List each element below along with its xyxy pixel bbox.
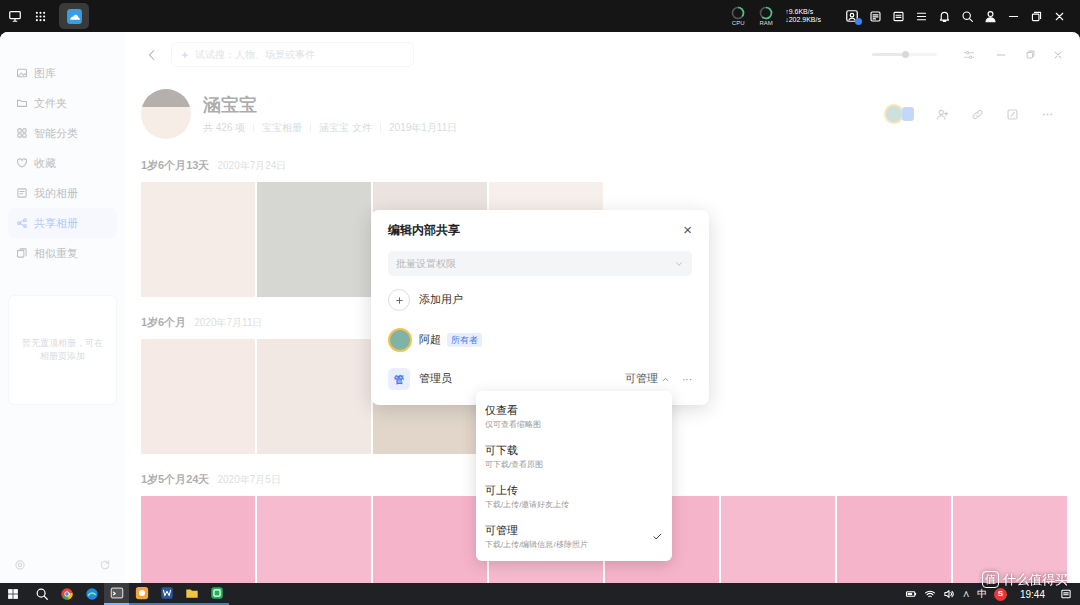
close-button[interactable]: ×	[683, 222, 692, 238]
dialog-header: 编辑内部共享 ×	[388, 222, 692, 238]
member-name: 管理员	[419, 371, 452, 387]
permission-label: 可管理	[625, 371, 658, 387]
taskbar-app[interactable]	[104, 583, 129, 605]
clock[interactable]: 19:44	[1020, 587, 1045, 602]
chevron-icon	[661, 375, 670, 384]
ram-label: RAM	[760, 20, 773, 27]
taskbar-app[interactable]	[29, 583, 54, 605]
active-app[interactable]	[59, 3, 89, 29]
volume-icon[interactable]	[943, 588, 955, 600]
permission-option[interactable]: 仅查看仅可查看缩略图	[476, 396, 672, 436]
wechat-icon	[135, 586, 149, 600]
search-app-icon	[35, 587, 49, 601]
taskbar: ∧ 中S 19:44	[0, 583, 1080, 605]
network-speed: ↑9.6KB/s↓202.9KB/s	[785, 8, 821, 24]
option-label: 仅查看	[485, 403, 541, 417]
monitor-icon[interactable]	[8, 9, 22, 23]
option-text: 可上传下载/上传/邀请好友上传	[485, 483, 569, 510]
group-icon: 管	[388, 368, 410, 390]
ram-meter	[759, 6, 773, 20]
taskbar-app[interactable]	[204, 583, 229, 605]
taskbar-app[interactable]	[129, 583, 154, 605]
watermark-text: 什么值得买	[1003, 570, 1068, 590]
member-row: 管管理员 可管理 ···	[388, 367, 692, 391]
add-user-button[interactable]: 添加用户	[388, 288, 692, 312]
account-badge	[855, 18, 862, 25]
permission-option[interactable]: 可管理下载/上传/编辑信息/移除照片	[476, 516, 672, 556]
member-name: 阿超	[419, 332, 441, 348]
cpu-gauge: CPU	[729, 6, 747, 27]
bell-icon[interactable]	[938, 10, 951, 23]
cloud-account[interactable]	[845, 9, 859, 23]
taskbar-app[interactable]	[154, 583, 179, 605]
apps-grid-icon[interactable]	[34, 10, 47, 23]
watermark-logo: 值	[982, 571, 999, 588]
option-description: 可下载/查看原图	[485, 459, 543, 470]
cpu-label: CPU	[732, 20, 745, 27]
permission-option[interactable]: 可下载可下载/查看原图	[476, 436, 672, 476]
wifi-icon[interactable]	[924, 588, 936, 600]
explorer-icon	[185, 586, 199, 600]
green-app-icon	[210, 586, 224, 600]
option-label: 可下载	[485, 443, 543, 457]
taskbar-app[interactable]	[54, 583, 79, 605]
option-description: 仅可查看缩略图	[485, 419, 541, 430]
watermark: 值 什么值得买	[982, 570, 1068, 590]
option-description: 下载/上传/编辑信息/移除照片	[485, 539, 588, 550]
option-description: 下载/上传/邀请好友上传	[485, 499, 569, 510]
photos-window: 图库文件夹智能分类收藏我的相册共享相册相似重复 暂无置顶相册，可在相册页添加 涵…	[0, 32, 1080, 583]
more-button[interactable]: ···	[682, 372, 692, 387]
upload-speed: ↑9.6KB/s	[785, 8, 821, 16]
photos-app-icon	[66, 8, 83, 25]
option-text: 可下载可下载/查看原图	[485, 443, 543, 470]
option-label: 可上传	[485, 483, 569, 497]
user-icon[interactable]	[984, 10, 997, 23]
owner-badge: 所有者	[447, 333, 482, 347]
tray-item[interactable]: ∧	[962, 588, 970, 600]
download-speed: ↓202.9KB/s	[785, 16, 821, 24]
tray-badge[interactable]: S	[994, 588, 1007, 601]
close-icon[interactable]	[1053, 10, 1066, 23]
notes-icon[interactable]	[892, 10, 905, 23]
cpu-meter	[731, 6, 745, 20]
share-dialog: 编辑内部共享 × 批量设置权限添加用户阿超所有者管管理员 可管理 ···	[371, 210, 709, 405]
clipboard-icon[interactable]	[869, 10, 882, 23]
search-icon[interactable]	[961, 10, 974, 23]
add-circle	[388, 289, 410, 311]
ram-gauge: RAM	[757, 6, 775, 27]
batch-permission-select[interactable]: 批量设置权限	[388, 251, 692, 276]
add-user-label: 添加用户	[419, 292, 463, 308]
permission-menu: 仅查看仅可查看缩略图可下载可下载/查看原图可上传下载/上传/邀请好友上传可管理下…	[476, 391, 672, 561]
option-text: 可管理下载/上传/编辑信息/移除照片	[485, 523, 588, 550]
system-tray: ∧ 中S 19:44	[905, 587, 1076, 602]
terminal-icon	[110, 586, 124, 600]
permission-dropdown[interactable]: 可管理	[625, 371, 670, 387]
edge-icon	[85, 587, 99, 601]
option-text: 仅查看仅可查看缩略图	[485, 403, 541, 430]
top-bar: CPU RAM ↑9.6KB/s↓202.9KB/s	[0, 0, 1080, 32]
chrome-icon	[60, 587, 74, 601]
windows-icon[interactable]	[7, 588, 19, 600]
word-icon	[160, 586, 174, 600]
check-icon	[652, 531, 663, 542]
select-placeholder: 批量设置权限	[396, 256, 456, 271]
taskbar-app[interactable]	[79, 583, 104, 605]
permission-option[interactable]: 可上传下载/上传/邀请好友上传	[476, 476, 672, 516]
minimize-icon[interactable]	[1007, 10, 1020, 23]
taskbar-app[interactable]	[179, 583, 204, 605]
member-row: 阿超所有者	[388, 328, 692, 352]
option-label: 可管理	[485, 523, 588, 537]
task-manager-icon[interactable]	[915, 10, 928, 23]
user-avatar	[388, 328, 412, 352]
tray-item[interactable]: 中	[977, 588, 987, 600]
chevron-down-icon	[674, 259, 684, 269]
notifications-icon[interactable]	[1060, 588, 1072, 600]
plus-icon	[394, 295, 405, 306]
dialog-title: 编辑内部共享	[388, 221, 460, 239]
battery-icon[interactable]	[905, 588, 917, 600]
restore-icon[interactable]	[1030, 10, 1043, 23]
